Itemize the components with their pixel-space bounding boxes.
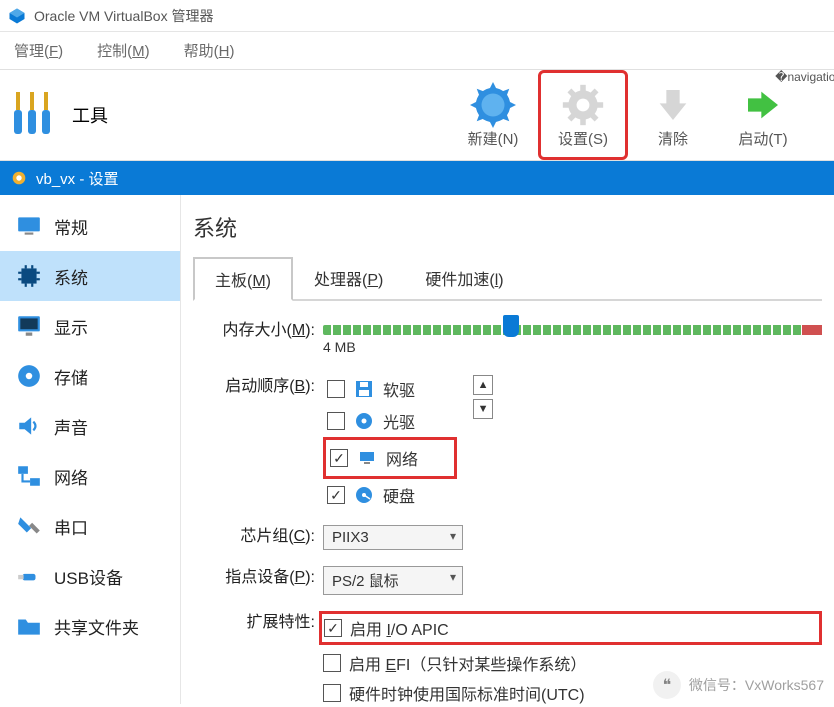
settings-sidebar: 常规 系统 显示 存储 声音 网络 串口 USB设备	[0, 195, 180, 704]
chipset-select[interactable]: PIIX3	[323, 525, 463, 550]
network-icon	[14, 461, 44, 491]
gear-icon	[560, 82, 606, 128]
discard-label: 清除	[658, 128, 688, 149]
discard-button[interactable]: 清除	[628, 70, 718, 160]
boot-order-label: 启动顺序(B):	[193, 375, 323, 399]
sidebar-item-label: 显示	[54, 314, 88, 339]
watermark: ❝ 微信号：VxWorks567	[653, 671, 824, 699]
settings-label: 设置(S)	[558, 128, 608, 149]
tab-processor[interactable]: 处理器(P)	[293, 257, 404, 299]
start-icon	[740, 82, 786, 128]
menu-file[interactable]: 管理(F)	[14, 40, 63, 61]
sidebar-item-label: 串口	[54, 514, 88, 539]
sidebar-item-storage[interactable]: 存储	[0, 351, 180, 401]
memory-label: 内存大小(M):	[193, 319, 323, 343]
boot-item-harddisk[interactable]: ✓ 硬盘	[323, 481, 457, 509]
ext-ioapic[interactable]: ✓ 启用 I/O APIC	[319, 611, 822, 645]
sidebar-item-label: 系统	[54, 264, 88, 289]
boot-item-network[interactable]: ✓ 网络	[323, 437, 457, 479]
checkbox[interactable]	[323, 684, 341, 702]
discard-icon	[650, 82, 696, 128]
settings-content: 系统 主板(M) 处理器(P) 硬件加速(l) 内存大小(M): 4 MB 启动…	[180, 195, 834, 704]
menubar: 管理(F) 控制(M) 帮助(H)	[0, 32, 834, 69]
sidebar-item-system[interactable]: 系统	[0, 251, 180, 301]
optical-icon	[353, 410, 375, 432]
sidebar-item-audio[interactable]: 声音	[0, 401, 180, 451]
usb-icon	[14, 561, 44, 591]
sidebar-item-network[interactable]: 网络	[0, 451, 180, 501]
settings-header-text: vb_vx - 设置	[36, 168, 119, 189]
page-title: 系统	[193, 211, 822, 243]
settings-header: vb_vx - 设置	[0, 161, 834, 195]
pointing-select[interactable]: PS/2 鼠标	[323, 566, 463, 595]
boot-label: 光驱	[383, 409, 415, 433]
start-label: 启动(T)	[738, 128, 787, 149]
sidebar-item-general[interactable]: 常规	[0, 201, 180, 251]
harddisk-icon	[353, 484, 375, 506]
sidebar-item-label: 常规	[54, 214, 88, 239]
boot-item-optical[interactable]: 光驱	[323, 407, 457, 435]
boot-label: 硬盘	[383, 483, 415, 507]
chip-icon	[14, 261, 44, 291]
tab-acceleration[interactable]: 硬件加速(l)	[404, 257, 524, 299]
serial-icon	[14, 511, 44, 541]
floppy-icon	[353, 378, 375, 400]
tools-button[interactable]: 工具	[0, 88, 108, 142]
sidebar-item-usb[interactable]: USB设备	[0, 551, 180, 601]
slider-handle-icon[interactable]	[503, 315, 519, 337]
boot-move-up[interactable]: ▲	[473, 375, 493, 395]
tools-label: 工具	[72, 102, 108, 128]
virtualbox-logo-icon	[8, 7, 26, 25]
new-vm-button[interactable]: 新建(N)	[448, 70, 538, 160]
new-label: 新建(N)	[468, 128, 519, 149]
speaker-icon	[14, 411, 44, 441]
boot-move-down[interactable]: ▼	[473, 399, 493, 419]
main-toolbar: 工具 新建(N) 设置(S) 清除 启动(T) �navigati	[0, 69, 834, 161]
start-dropdown-caret[interactable]: �navigationBar▾	[808, 70, 834, 84]
boot-label: 软驱	[383, 377, 415, 401]
sidebar-item-serial[interactable]: 串口	[0, 501, 180, 551]
boot-label: 网络	[386, 446, 418, 470]
memory-min: 4 MB	[323, 339, 356, 355]
gear-small-icon	[10, 169, 28, 187]
extended-label: 扩展特性:	[193, 611, 323, 635]
network-small-icon	[356, 447, 378, 469]
display-icon	[14, 311, 44, 341]
sidebar-item-label: 存储	[54, 364, 88, 389]
boot-item-floppy[interactable]: 软驱	[323, 375, 457, 403]
checkbox[interactable]	[327, 380, 345, 398]
monitor-icon	[14, 211, 44, 241]
window-title: Oracle VM VirtualBox 管理器	[34, 6, 213, 26]
menu-help[interactable]: 帮助(H)	[184, 40, 235, 61]
pointing-label: 指点设备(P):	[193, 566, 323, 590]
settings-button[interactable]: 设置(S)	[538, 70, 628, 160]
new-icon	[470, 82, 516, 128]
menu-control[interactable]: 控制(M)	[97, 40, 150, 61]
sidebar-item-label: 网络	[54, 464, 88, 489]
sidebar-item-shared-folders[interactable]: 共享文件夹	[0, 601, 180, 651]
watermark-text: 微信号：VxWorks567	[689, 675, 824, 695]
sidebar-item-label: 共享文件夹	[54, 614, 139, 639]
window-titlebar: Oracle VM VirtualBox 管理器	[0, 0, 834, 32]
checkbox[interactable]: ✓	[324, 619, 342, 637]
chipset-label: 芯片组(C):	[193, 525, 323, 549]
tab-motherboard[interactable]: 主板(M)	[193, 257, 293, 301]
checkbox[interactable]	[323, 654, 341, 672]
wechat-icon: ❝	[653, 671, 681, 699]
sidebar-item-label: USB设备	[54, 564, 123, 589]
checkbox[interactable]: ✓	[327, 486, 345, 504]
checkbox[interactable]	[327, 412, 345, 430]
sidebar-item-display[interactable]: 显示	[0, 301, 180, 351]
memory-slider[interactable]: 4 MB	[323, 319, 822, 359]
sidebar-item-label: 声音	[54, 414, 88, 439]
system-tabs: 主板(M) 处理器(P) 硬件加速(l)	[193, 257, 822, 301]
disk-icon	[14, 361, 44, 391]
tools-icon	[10, 88, 60, 142]
ext-utc-label: 硬件时钟使用国际标准时间(UTC)	[349, 681, 585, 705]
checkbox[interactable]: ✓	[330, 449, 348, 467]
folder-icon	[14, 611, 44, 641]
